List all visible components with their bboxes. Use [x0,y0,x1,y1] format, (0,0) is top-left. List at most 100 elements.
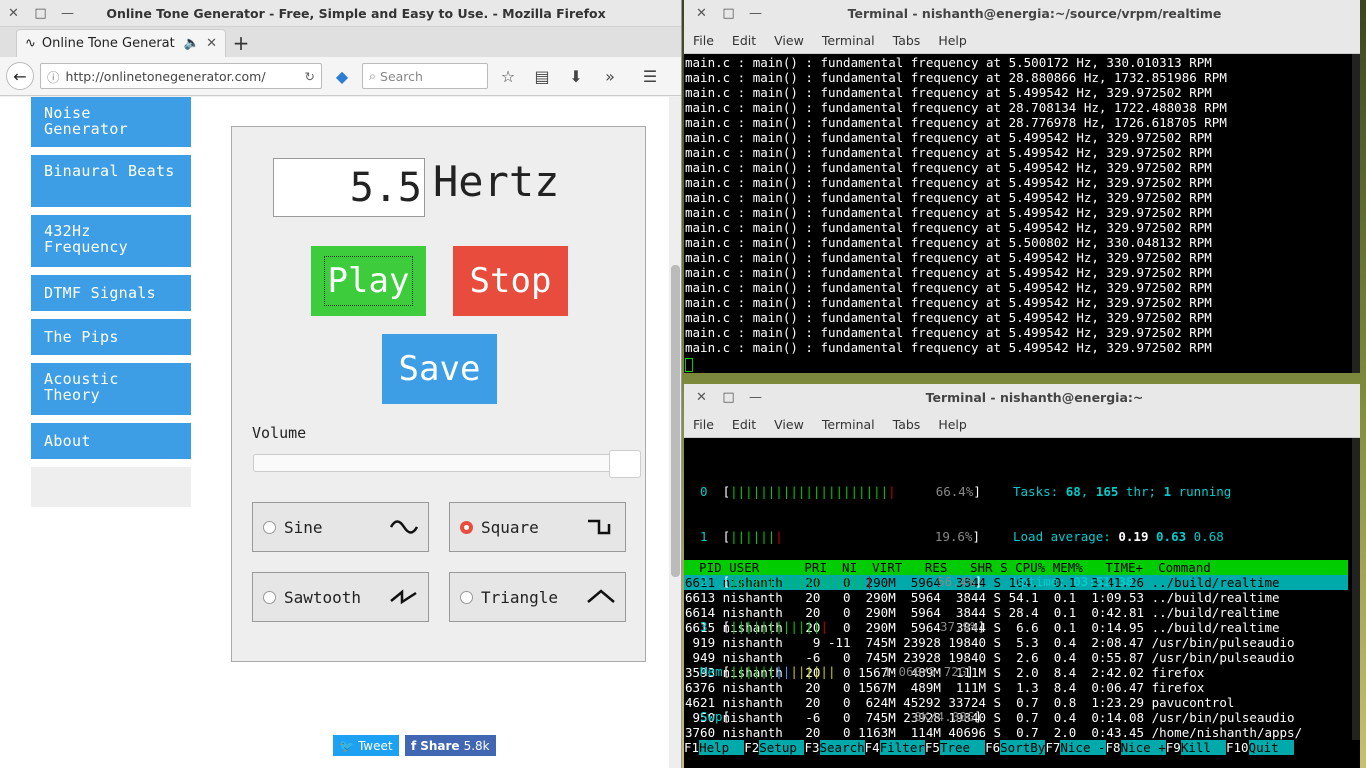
speaker-icon[interactable]: 🔈 [184,36,200,51]
fkey-f9[interactable]: F9 [1165,740,1181,755]
mem-value: 1.06G/5.72G [883,664,967,679]
terminal-cursor [685,357,693,372]
cpu-bar: |||||||||||| [730,619,821,634]
close-icon[interactable]: ✕ [688,6,715,21]
facebook-share-button[interactable]: f Share 5.8k [405,735,496,756]
tasks-threads: 165 [1095,484,1119,499]
terminal2-scrollbar[interactable] [1352,438,1360,740]
unit-label: Hertz [433,157,560,206]
fkey-label[interactable]: SortBy [1000,740,1046,755]
terminal1-prompt[interactable] [684,356,1360,372]
page-scrollbar[interactable] [669,97,681,768]
terminal1-scrollbar[interactable] [1352,54,1360,373]
load-5: 0.63 [1156,529,1187,544]
volume-slider[interactable] [253,450,641,478]
scrollbar-thumb[interactable] [671,265,680,577]
sidebar-item-432hz[interactable]: 432Hz Frequency [31,215,191,267]
menu-terminal[interactable]: Terminal [813,417,884,432]
terminal-window-2: ✕ □ — Terminal - nishanth@energia:~ File… [684,384,1360,768]
bookmark-star-icon[interactable]: ☆ [494,67,522,86]
fkey-f6[interactable]: F6 [985,740,1001,755]
sidebar-item-acoustic[interactable]: Acoustic Theory [31,363,191,415]
share-label: Share [420,738,460,753]
sidebar-item-dtmf[interactable]: DTMF Signals [31,275,191,311]
radio-triangle[interactable] [460,590,473,604]
maximize-icon[interactable]: □ [715,390,742,405]
square-wave-icon [588,519,611,535]
tab-tone-generator[interactable]: ∿ Online Tone Generat 🔈 ✕ [16,29,226,57]
fkey-f7[interactable]: F7 [1045,740,1061,755]
menu-edit[interactable]: Edit [723,33,765,48]
terminal-line: main.c : main() : fundamental frequency … [685,55,1212,70]
radio-sawtooth[interactable] [263,590,276,604]
reader-icon[interactable]: ▤ [528,67,556,86]
back-button[interactable]: ← [6,62,34,90]
swp-label: Swp [700,709,723,724]
close-icon[interactable]: ✕ [0,6,27,21]
tab-close-icon[interactable]: ✕ [206,36,217,51]
wave-option-sawtooth[interactable]: Sawtooth [252,572,429,622]
minimize-icon[interactable]: — [54,6,81,21]
volume-slider-knob[interactable] [609,450,641,478]
terminal2-titlebar: ✕ □ — Terminal - nishanth@energia:~ [684,384,1360,411]
download-icon[interactable]: ⬇ [562,67,590,86]
menu-tabs[interactable]: Tabs [884,33,930,48]
sidebar-item-pips[interactable]: The Pips [31,319,191,355]
radio-square[interactable] [460,520,473,534]
radio-sine[interactable] [263,520,276,534]
new-tab-button[interactable]: + [226,29,256,57]
fkey-f1[interactable]: F1 [684,740,700,755]
minimize-icon[interactable]: — [742,390,769,405]
stop-button[interactable]: Stop [453,246,568,316]
extension-icon[interactable]: ◆ [328,67,356,86]
wave-option-sine[interactable]: Sine [252,502,429,552]
overflow-icon[interactable]: » [596,67,624,86]
load-15: 0.68 [1193,529,1224,544]
url-text: http://onlinetonegenerator.com/ [65,68,266,84]
frequency-input[interactable]: 5.5 [273,158,425,217]
menu-help[interactable]: Help [929,33,976,48]
terminal1-output[interactable]: main.c : main() : fundamental frequency … [684,54,1360,356]
info-icon[interactable]: ⓘ [47,67,60,86]
terminal-line: main.c : main() : fundamental frequency … [685,130,1212,145]
terminal-line: main.c : main() : fundamental frequency … [685,100,1227,115]
cpu-bar: |||||||||||||||||| [730,574,866,589]
menu-view[interactable]: View [765,417,813,432]
close-icon[interactable]: ✕ [688,390,715,405]
save-button[interactable]: Save [382,334,497,404]
sidebar-item-noise[interactable]: Noise Generator [31,97,191,147]
wave-option-triangle[interactable]: Triangle [449,572,626,622]
search-input[interactable]: ⌕ Search [362,63,488,89]
running-label: running [1178,484,1232,499]
sidebar-item-about[interactable]: About [31,423,191,459]
terminal-line: main.c : main() : fundamental frequency … [685,175,1212,190]
fkey-f8[interactable]: F8 [1105,740,1121,755]
menu-terminal[interactable]: Terminal [813,33,884,48]
menu-file[interactable]: File [684,417,723,432]
sidebar-item-binaural[interactable]: Binaural Beats [31,155,191,207]
menu-help[interactable]: Help [929,417,976,432]
wave-option-square[interactable]: Square [449,502,626,552]
hamburger-menu-icon[interactable]: ☰ [636,67,664,86]
twitter-icon: 🐦 [339,738,354,753]
tweet-button[interactable]: 🐦 Tweet [333,735,399,756]
play-button[interactable]: Play [311,246,426,316]
maximize-icon[interactable]: □ [27,6,54,21]
fkey-label[interactable]: Quit [1248,740,1294,755]
fkey-f10[interactable]: F10 [1225,740,1249,755]
menu-view[interactable]: View [765,33,813,48]
fkey-label[interactable]: Nice - [1060,740,1106,755]
menu-tabs[interactable]: Tabs [884,417,930,432]
url-bar[interactable]: ⓘ http://onlinetonegenerator.com/ ↻ [40,63,322,89]
firefox-window: ✕ □ — Online Tone Generator - Free, Simp… [0,0,682,768]
minimize-icon[interactable]: — [742,6,769,21]
wave-label-triangle: Triangle [481,587,559,607]
maximize-icon[interactable]: □ [715,6,742,21]
fkey-label[interactable]: Kill [1180,740,1226,755]
fkey-label[interactable]: Nice + [1120,740,1166,755]
menu-edit[interactable]: Edit [723,417,765,432]
threads-label: thr; [1125,484,1157,499]
reload-icon[interactable]: ↻ [305,69,315,84]
wave-favicon-icon: ∿ [25,36,36,51]
menu-file[interactable]: File [684,33,723,48]
